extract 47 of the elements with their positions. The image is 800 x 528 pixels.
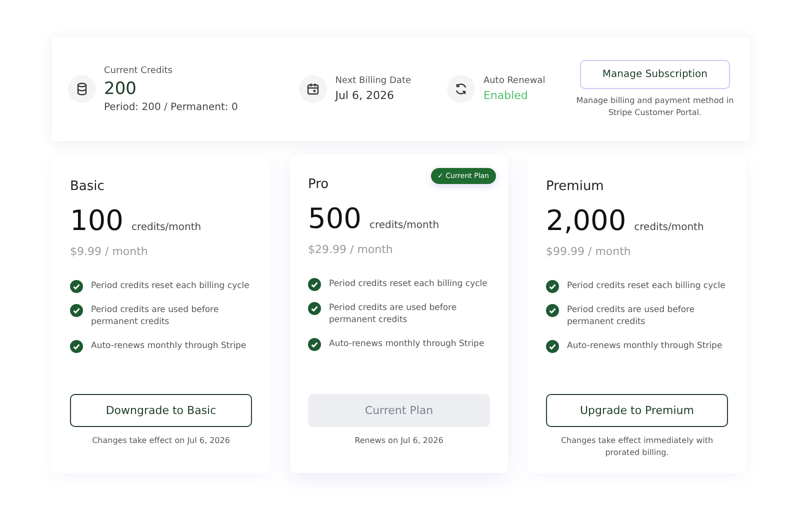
renewal-status: Enabled xyxy=(483,89,529,102)
plan-note: Changes take effect on Jul 6, 2026 xyxy=(91,435,231,447)
plan-price: $9.99 / month xyxy=(70,245,149,258)
check-icon xyxy=(308,302,321,315)
plan-price: $29.99 / month xyxy=(308,243,394,256)
plan-button[interactable]: Upgrade to Premium xyxy=(546,394,728,427)
credits-detail: Period: 200 / Permanent: 0 xyxy=(104,102,238,112)
credits-amount: 500 xyxy=(308,202,362,235)
stat-label: Next Billing Date xyxy=(335,76,412,86)
refresh-icon xyxy=(447,75,476,103)
manage-subscription-button[interactable]: Manage Subscription xyxy=(580,60,730,88)
check-icon xyxy=(308,338,321,351)
feature-text: Auto-renews monthly through Stripe xyxy=(91,340,246,352)
stat-label: Current Credits xyxy=(104,66,174,76)
plan-note: Changes take effect immediately with prorated billing. xyxy=(560,435,714,459)
plan-name: Basic xyxy=(70,179,106,194)
feature-text: Period credits are used before permanent credits xyxy=(567,304,696,329)
check-icon xyxy=(70,304,83,317)
feature-text: Period credits are used before permanent credits xyxy=(91,304,220,329)
check-icon xyxy=(546,340,559,353)
billing-date: Jul 6, 2026 xyxy=(335,89,395,102)
credits-amount: 100 xyxy=(70,204,124,237)
credits-unit: credits/month xyxy=(131,222,202,233)
credits-amount: 2,000 xyxy=(546,204,626,237)
credits-unit: credits/month xyxy=(634,222,704,233)
plan-name: Premium xyxy=(546,179,605,194)
manage-note: Manage billing and payment method in Stripe Customer Portal. xyxy=(576,94,734,118)
check-icon xyxy=(70,340,83,353)
check-icon xyxy=(546,304,559,317)
feature-text: Auto-renews monthly through Stripe xyxy=(567,340,722,352)
check-icon xyxy=(70,280,83,293)
feature-text: Period credits reset each billing cycle xyxy=(329,278,488,290)
database-icon xyxy=(68,75,96,103)
plan-button[interactable]: Downgrade to Basic xyxy=(70,394,252,427)
plan-note: Renews on Jul 6, 2026 xyxy=(354,435,444,447)
credits-unit: credits/month xyxy=(369,220,440,231)
calendar-icon xyxy=(299,75,328,103)
plan-name: Pro xyxy=(308,177,330,192)
feature-text: Auto-renews monthly through Stripe xyxy=(329,338,484,350)
stat-label: Auto Renewal xyxy=(483,76,546,86)
check-icon xyxy=(546,280,559,293)
feature-text: Period credits are used before permanent credits xyxy=(329,302,458,327)
check-icon xyxy=(308,278,321,291)
credits-value: 200 xyxy=(104,78,138,98)
feature-text: Period credits reset each billing cycle xyxy=(91,280,250,292)
plan-price: $99.99 / month xyxy=(546,245,632,258)
feature-text: Period credits reset each billing cycle xyxy=(567,280,726,292)
